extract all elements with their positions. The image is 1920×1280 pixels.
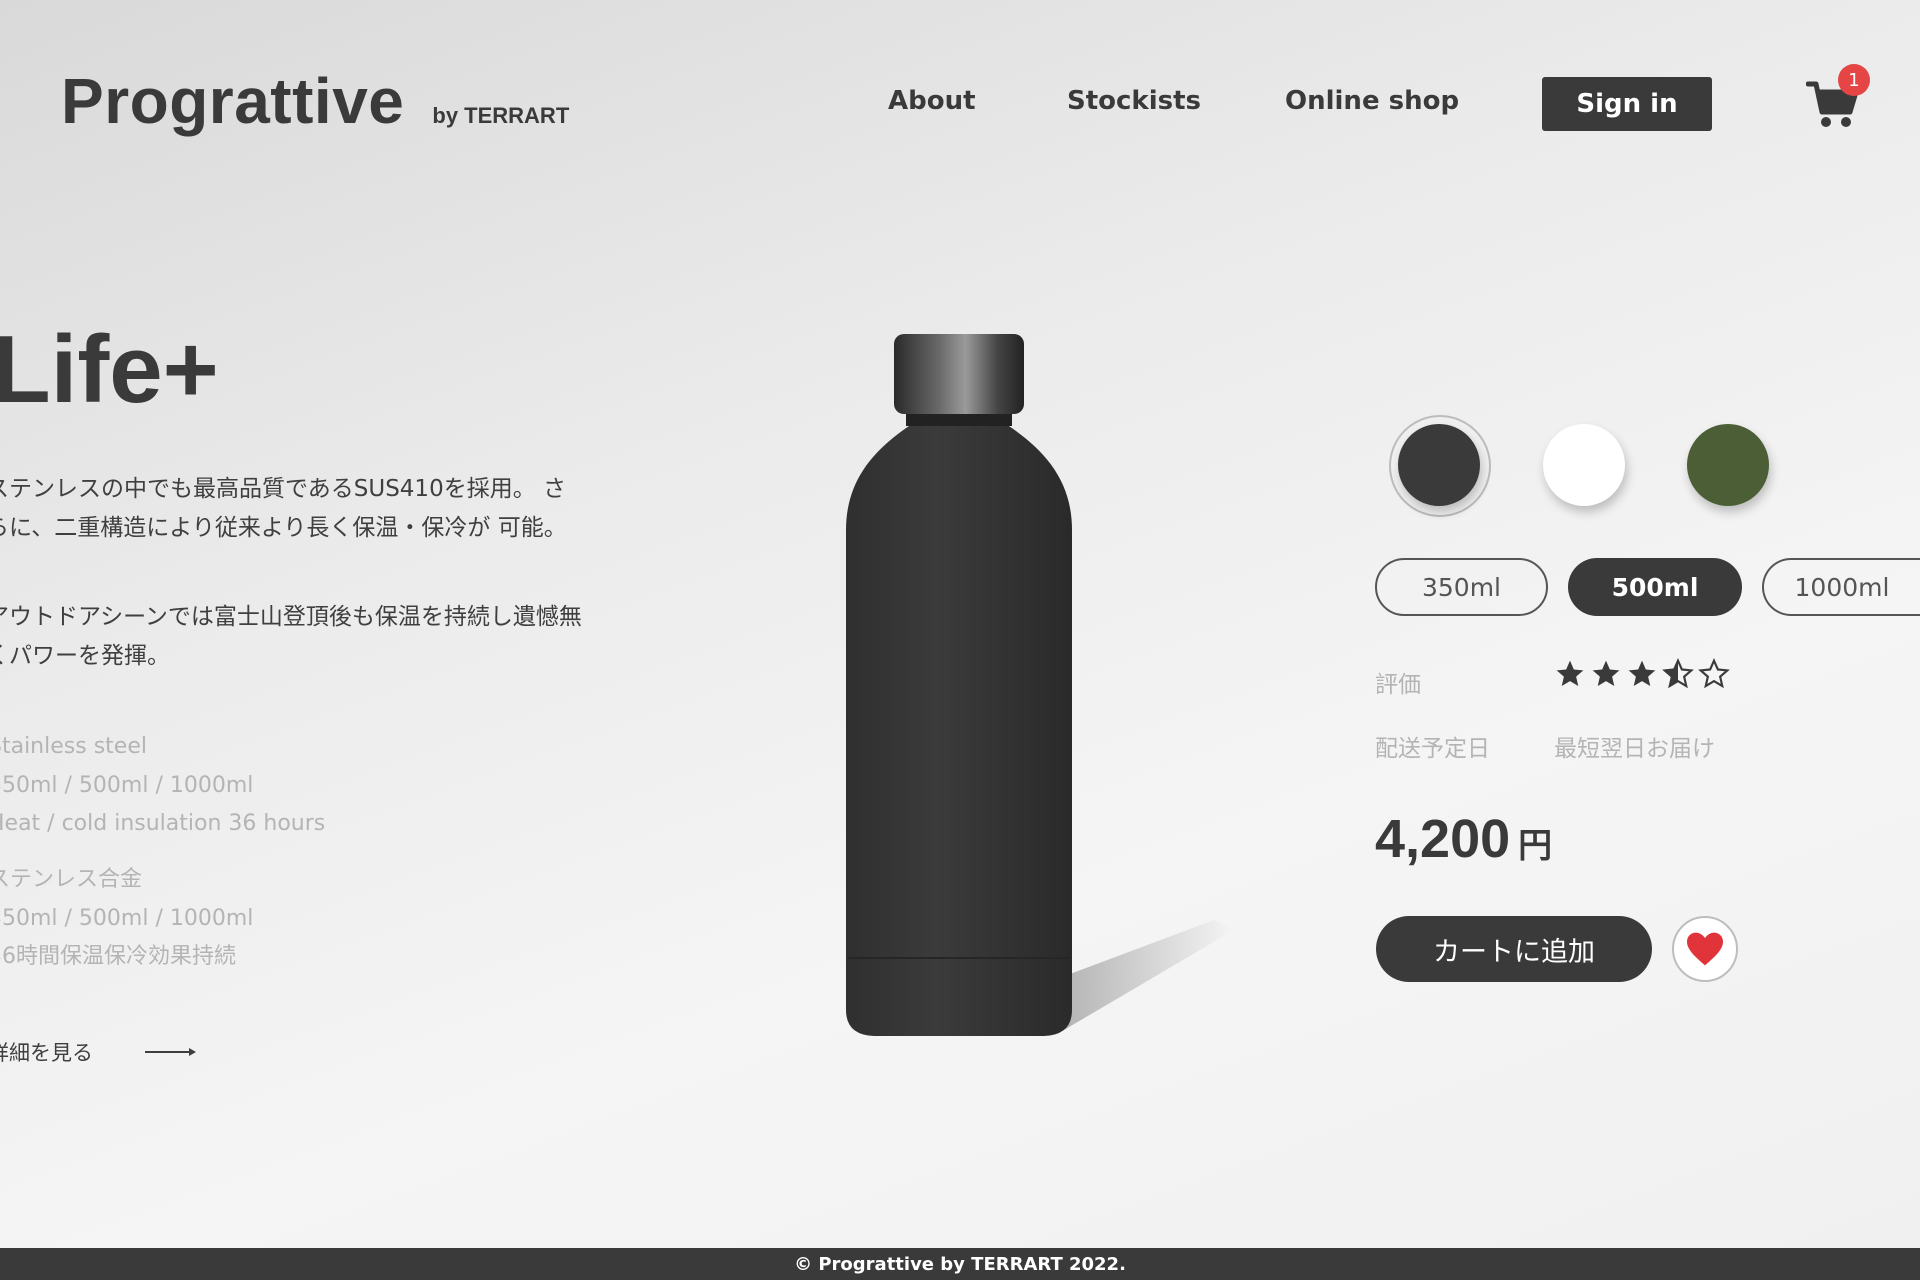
spec-sizes-ja: 350ml / 500ml / 1000ml (0, 905, 254, 931)
nav-online-shop[interactable]: Online shop (1285, 86, 1459, 116)
rating-label: 評価 (1375, 672, 1421, 698)
delivery-value: 最短翌日お届け (1554, 736, 1715, 762)
site-header: Prograttive by TERRART About Stockists O… (0, 0, 1920, 200)
price-unit: 円 (1518, 827, 1553, 865)
site-footer: © Prograttive by TERRART 2022. (0, 1248, 1920, 1280)
color-swatch-white[interactable] (1543, 424, 1625, 506)
star-empty-icon (1698, 658, 1730, 689)
specs-japanese: ステンレス合金 350ml / 500ml / 1000ml 36時間保温保冷効… (0, 861, 253, 977)
size-option-500ml[interactable]: 500ml (1568, 558, 1742, 616)
spec-material: Stainless steel (0, 734, 147, 759)
specs-english: Stainless steel 350ml / 500ml / 1000ml H… (0, 728, 325, 844)
see-details-label: 詳細を見る (0, 1041, 93, 1065)
product-description: ステンレスの中でも最高品質であるSUS410を採用。 さらに、二重構造により従来… (0, 476, 567, 541)
star-full-icon (1556, 660, 1584, 686)
add-to-cart-button[interactable]: カートに追加 (1376, 916, 1652, 982)
nav-stockists[interactable]: Stockists (1067, 86, 1201, 116)
brand-subtitle: by TERRART (432, 103, 570, 128)
size-option-350ml[interactable]: 350ml (1375, 558, 1548, 616)
delivery-label: 配送予定日 (1375, 736, 1490, 762)
price-amount: 4,200 (1375, 809, 1511, 869)
spec-insulation: Heat / cold insulation 36 hours (0, 811, 326, 836)
product-description-outdoor: アウトドアシーンでは富士山登頂後も保温を持続し遺憾無くパワーを発揮。 (0, 604, 582, 669)
cart-count-badge: 1 (1838, 64, 1870, 96)
spec-insulation-ja: 36時間保温保冷効果持続 (0, 944, 236, 969)
star-half-icon (1662, 658, 1694, 689)
sign-in-button[interactable]: Sign in (1542, 77, 1712, 131)
color-swatch-black[interactable] (1398, 424, 1480, 506)
heart-icon (1687, 932, 1723, 966)
product-price: 4,200 円 (1375, 808, 1552, 870)
product-title: Life+ (0, 316, 219, 423)
arrow-right-icon (145, 1048, 196, 1056)
brand-name: Prograttive (61, 65, 405, 137)
footer-copyright: © Prograttive by TERRART 2022. (794, 1253, 1126, 1275)
favorite-button[interactable] (1672, 916, 1738, 982)
see-details-link[interactable]: 詳細を見る (0, 1037, 197, 1067)
rating-stars (1554, 658, 1730, 690)
nav-about[interactable]: About (888, 86, 976, 116)
brand-logo[interactable]: Prograttive by TERRART (61, 64, 569, 138)
spec-sizes: 350ml / 500ml / 1000ml (0, 772, 254, 798)
star-full-icon (1628, 660, 1656, 686)
size-option-1000ml[interactable]: 1000ml (1762, 558, 1920, 616)
color-swatch-green[interactable] (1687, 424, 1769, 506)
product-bottle-image (846, 334, 1234, 1036)
spec-material-ja: ステンレス合金 (0, 867, 143, 892)
star-full-icon (1592, 660, 1620, 686)
